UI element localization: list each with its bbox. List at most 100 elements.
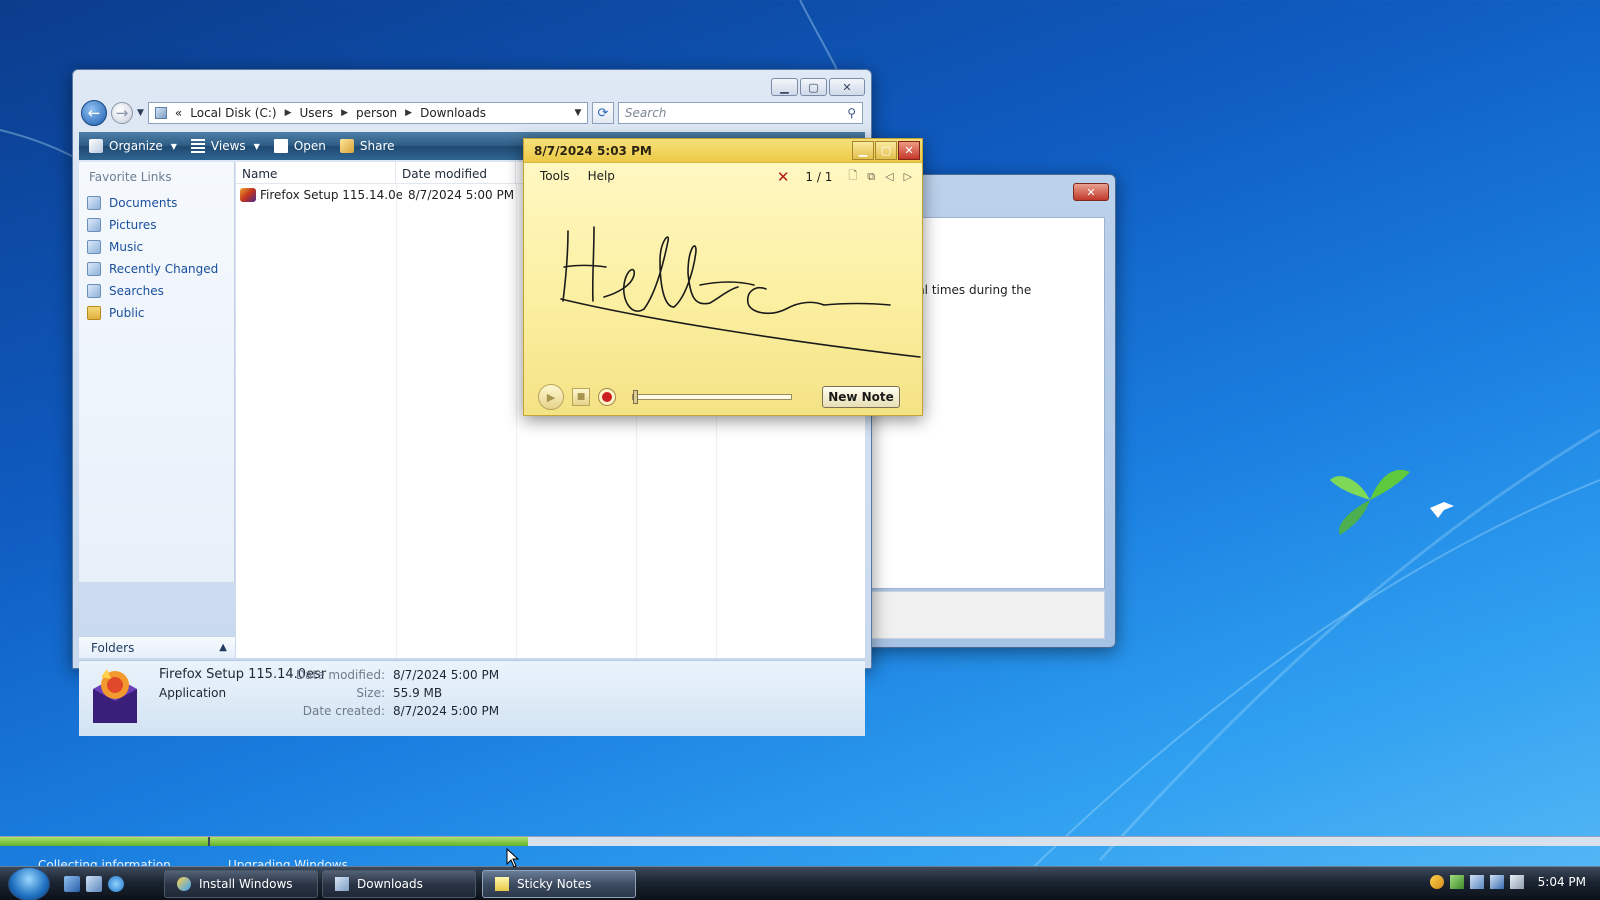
folder-icon [154,107,167,119]
recent-pages-dropdown[interactable]: ▼ [137,108,144,118]
slider-thumb[interactable] [633,390,638,404]
organize-button[interactable]: Organize ▼ [89,139,177,153]
taskbar: Install Windows Downloads Sticky Notes 5… [0,866,1600,900]
show-desktop-icon[interactable] [64,876,80,892]
share-label: Share [359,139,395,153]
breadcrumb-item[interactable]: Downloads [420,106,486,120]
favorite-link-label: Music [109,240,144,254]
breadcrumb-item[interactable]: Local Disk (C:) [190,106,276,120]
folders-toggle[interactable]: Folders ▲ [79,636,235,658]
menu-tools[interactable]: Tools [540,169,570,183]
music-icon [87,240,101,254]
breadcrumb-separator-icon[interactable]: ▶ [285,108,292,118]
playback-slider[interactable] [632,390,792,404]
sticky-minimize-button[interactable]: ▁ [852,141,874,160]
sticky-maximize-button[interactable]: ▢ [875,141,897,160]
maximize-button[interactable]: ▢ [800,78,827,96]
sticky-close-button[interactable]: ✕ [898,141,920,160]
address-dropdown-icon[interactable]: ▼ [569,108,587,118]
favorite-link-searches[interactable]: Searches [87,280,218,302]
quick-launch [64,876,124,892]
search-input[interactable]: Search ⚲ [617,102,863,124]
favorite-link-label: Searches [109,284,164,298]
column-divider [516,184,517,658]
dialog-close-button[interactable]: ✕ [1073,183,1109,201]
previous-note-icon[interactable]: ◁ [885,170,893,183]
address-bar[interactable]: « Local Disk (C:) ▶ Users ▶ person ▶ Dow… [147,102,588,124]
folder-icon [87,306,101,320]
play-icon[interactable]: ▶ [538,384,564,410]
favorite-link-label: Documents [109,196,178,210]
delete-note-icon[interactable]: ✕ [777,168,790,186]
internet-explorer-icon[interactable] [108,876,124,892]
taskbar-item-sticky-notes[interactable]: Sticky Notes [482,870,636,898]
record-icon[interactable] [598,388,616,406]
chevron-down-icon: ▼ [253,141,260,151]
details-date-created: 8/7/2024 5:00 PM [393,704,500,718]
taskbar-item-label: Downloads [357,877,423,891]
favorite-link-pictures[interactable]: Pictures [87,214,218,236]
column-header-date-modified[interactable]: Date modified [396,162,516,183]
security-icon[interactable] [1429,875,1444,889]
back-arrow-icon[interactable]: ← [81,100,107,126]
next-note-icon[interactable]: ▷ [904,170,912,183]
share-icon [339,139,354,153]
search-placeholder: Search [624,106,667,120]
taskbar-item-install-windows[interactable]: Install Windows [164,870,318,898]
handwriting-canvas[interactable] [524,189,922,379]
favorite-link-label: Recently Changed [109,262,219,276]
network-icon[interactable] [1449,875,1464,889]
system-tray: 5:04 PM [1429,875,1586,889]
switch-windows-icon[interactable] [86,876,102,892]
progress-divider [208,837,210,846]
stop-icon[interactable]: ■ [572,388,590,406]
pictures-icon [87,218,101,232]
windows-orb-icon[interactable] [8,867,50,900]
favorite-links-title: Favorite Links [89,170,172,184]
install-windows-icon [177,877,191,891]
documents-icon [87,196,101,210]
column-header-name[interactable]: Name [236,162,396,183]
table-row[interactable]: Firefox Setup 115.14.0esr 8/7/2024 5:00 … [240,186,514,204]
tray-icon[interactable] [1469,875,1484,889]
clock[interactable]: 5:04 PM [1538,875,1586,889]
volume-muted-icon[interactable] [1509,875,1524,889]
minimize-button[interactable]: ▁ [771,78,798,96]
firefox-icon [93,669,137,723]
forward-arrow-icon[interactable]: → [111,102,133,124]
copy-icon[interactable]: ⧉ [867,170,875,184]
share-button[interactable]: Share [339,139,395,153]
breadcrumb-item[interactable]: person [356,106,397,120]
breadcrumb-separator-icon[interactable]: ▶ [341,108,348,118]
favorite-link-music[interactable]: Music [87,236,218,258]
close-button[interactable]: ✕ [829,78,865,96]
refresh-icon[interactable]: ⟳ [591,102,614,124]
chevron-up-icon: ▲ [219,642,227,653]
file-name: Firefox Setup 115.14.0esr [260,188,402,202]
chevron-down-icon: ▼ [170,141,177,151]
breadcrumb-lead[interactable]: « [175,106,182,120]
mouse-cursor-icon [506,848,520,868]
details-date-modified: 8/7/2024 5:00 PM [393,668,500,682]
new-note-button[interactable]: New Note [822,386,900,408]
navigation-pane: Favorite Links Documents Pictures Music … [79,162,235,582]
favorite-link-recently-changed[interactable]: Recently Changed [87,258,218,280]
new-note-icon[interactable]: 🗋 [848,167,857,186]
taskbar-item-downloads[interactable]: Downloads [322,870,476,898]
breadcrumb-separator-icon[interactable]: ▶ [405,108,412,118]
firefox-icon [240,188,256,202]
open-button[interactable]: Open [273,139,326,153]
details-date-modified-label: Date modified: [295,668,385,682]
favorite-link-documents[interactable]: Documents [87,192,218,214]
breadcrumb-item[interactable]: Users [299,106,333,120]
favorite-link-public[interactable]: Public [87,302,218,324]
menu-help[interactable]: Help [588,169,615,183]
views-button[interactable]: Views ▼ [190,139,260,153]
details-file-type: Application [159,686,227,700]
details-size: 55.9 MB [393,686,443,700]
voice-controls: ▶ ■ New Note [524,379,922,415]
views-label: Views [210,139,246,153]
search-icon[interactable]: ⚲ [847,106,856,120]
favorite-links-list: Documents Pictures Music Recently Change… [87,192,218,324]
display-icon[interactable] [1489,875,1504,889]
